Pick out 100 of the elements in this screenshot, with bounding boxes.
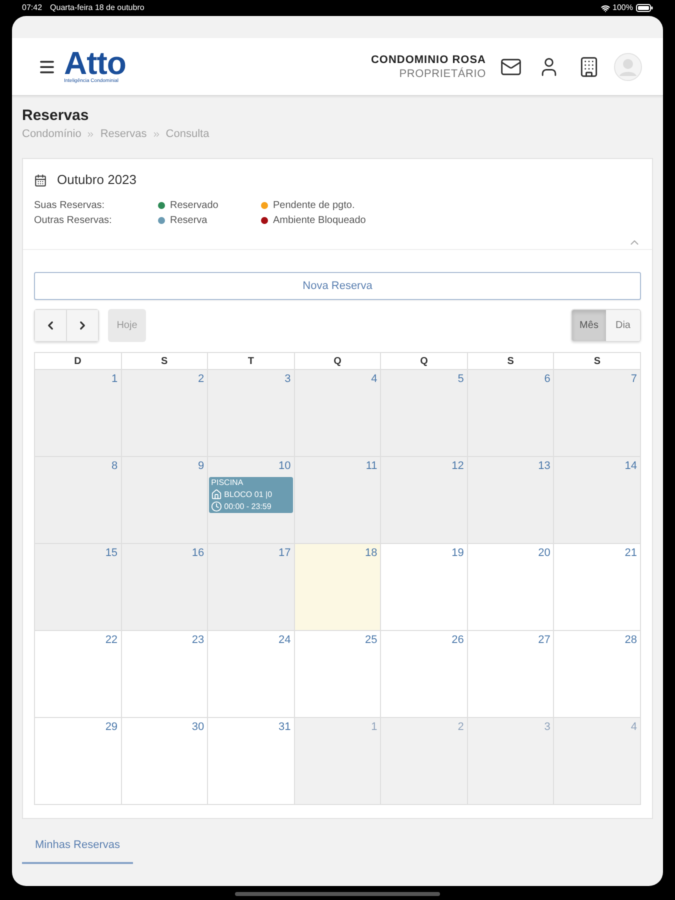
day-number: 3 xyxy=(544,721,550,734)
calendar-day-cell[interactable]: 5 xyxy=(381,370,468,457)
breadcrumb-link[interactable]: Condomínio xyxy=(22,127,82,141)
weekday-header: T xyxy=(208,353,295,370)
wifi-icon xyxy=(600,4,610,12)
day-number: 21 xyxy=(624,547,637,560)
legend-label: Reservado xyxy=(170,199,218,213)
day-number: 18 xyxy=(365,547,378,560)
calendar-day-cell[interactable]: 29 xyxy=(35,718,122,805)
logo-wordmark: Atto xyxy=(64,49,126,78)
day-number: 19 xyxy=(452,547,464,560)
calendar-day-cell[interactable]: 24 xyxy=(208,631,295,718)
calendar-day-cell[interactable]: 30 xyxy=(122,718,208,805)
view-toggle-button[interactable]: Mês xyxy=(572,310,606,341)
day-number: 24 xyxy=(278,634,291,647)
calendar-day-cell[interactable]: 22 xyxy=(35,631,122,718)
calendar-day-cell[interactable]: 31 xyxy=(208,718,295,805)
day-number: 17 xyxy=(278,547,291,560)
day-number: 2 xyxy=(198,373,204,386)
breadcrumb-link[interactable]: Reservas xyxy=(100,127,147,141)
calendar-day-cell[interactable]: 27 xyxy=(468,631,554,718)
day-number: 12 xyxy=(452,460,464,473)
day-number: 14 xyxy=(624,460,637,473)
day-number: 4 xyxy=(371,373,378,386)
day-number: 28 xyxy=(624,634,637,647)
calendar-day-cell[interactable]: 18 xyxy=(294,544,382,631)
condo-name: CONDOMINIO ROSA xyxy=(370,52,486,66)
calendar-day-cell[interactable]: 1 xyxy=(294,718,382,805)
calendar-day-cell[interactable]: 11 xyxy=(294,457,382,544)
calendar-day-cell[interactable]: 19 xyxy=(381,544,468,631)
event-place: BLOCO 01 |0 xyxy=(224,490,272,500)
day-number: 5 xyxy=(458,373,464,386)
day-number: 1 xyxy=(111,373,118,386)
reservation-event[interactable]: PISCINA BLOCO 01 |0 00:00 - 23:59 xyxy=(209,477,293,513)
page-title: Reservas xyxy=(22,107,90,125)
weekday-header: S xyxy=(554,353,641,370)
calendar-day-cell[interactable]: 25 xyxy=(294,631,382,718)
calendar-day-cell[interactable]: 26 xyxy=(381,631,468,718)
day-number: 11 xyxy=(366,460,378,473)
calendar-day-cell[interactable]: 1 xyxy=(35,370,122,457)
day-number: 7 xyxy=(630,373,637,386)
day-number: 29 xyxy=(105,721,118,734)
calendar-day-cell[interactable]: 4 xyxy=(554,718,641,805)
breadcrumb-link[interactable]: Consulta xyxy=(166,127,210,141)
status-time: 07:42 xyxy=(22,2,42,14)
weekday-header: S xyxy=(468,353,554,370)
battery-icon xyxy=(636,4,653,12)
legend-label: Ambiente Bloqueado xyxy=(273,214,366,228)
day-number: 2 xyxy=(458,721,464,734)
legend-group-label: Suas Reservas: xyxy=(34,199,106,213)
calendar-day-cell[interactable]: 23 xyxy=(122,631,208,718)
calendar-day-cell[interactable]: 12 xyxy=(381,457,468,544)
calendar-day-cell[interactable]: 9 xyxy=(122,457,208,544)
calendar-day-cell[interactable]: 3 xyxy=(468,718,554,805)
calendar-day-cell[interactable]: 7 xyxy=(554,370,641,457)
calendar-day-cell[interactable]: 15 xyxy=(35,544,122,631)
view-toggle-button[interactable]: Dia xyxy=(606,310,640,341)
event-title: PISCINA xyxy=(211,478,244,488)
status-date: Quarta-feira 18 de outubro xyxy=(50,2,144,14)
day-number: 6 xyxy=(544,373,550,386)
calendar-day-cell[interactable]: 2 xyxy=(122,370,208,457)
new-reservation-button[interactable]: Nova Reserva xyxy=(34,272,641,300)
day-number: 23 xyxy=(192,634,204,647)
calendar-day-cell[interactable]: 2 xyxy=(381,718,468,805)
calendar-day-cell[interactable]: 16 xyxy=(122,544,208,631)
calendar-day-cell[interactable]: 17 xyxy=(208,544,295,631)
calendar-day-cell[interactable]: 6 xyxy=(468,370,554,457)
day-number: 25 xyxy=(365,634,378,647)
day-number: 27 xyxy=(538,634,550,647)
calendar-day-cell[interactable]: 20 xyxy=(468,544,554,631)
calendar-icon xyxy=(34,174,47,186)
tab[interactable]: Minhas Reservas xyxy=(22,829,133,864)
weekday-header: Q xyxy=(381,353,468,370)
month-title: Outubro 2023 xyxy=(57,172,137,188)
clock-icon xyxy=(211,501,222,512)
battery-percent: 100% xyxy=(612,2,633,14)
weekday-header: D xyxy=(35,353,122,370)
building-icon[interactable] xyxy=(578,56,600,78)
calendar-day-cell[interactable]: 21 xyxy=(554,544,641,631)
chevrons-right-icon xyxy=(152,130,161,138)
calendar-day-cell[interactable]: 13 xyxy=(468,457,554,544)
calendar-day-cell[interactable]: 14 xyxy=(554,457,641,544)
legend-label: Reserva xyxy=(170,214,208,228)
calendar-day-cell[interactable]: 8 xyxy=(35,457,122,544)
calendar-day-cell[interactable]: 28 xyxy=(554,631,641,718)
day-number: 26 xyxy=(452,634,464,647)
house-icon xyxy=(211,489,222,500)
day-number: 8 xyxy=(111,460,118,473)
day-number: 4 xyxy=(630,721,637,734)
chevrons-right-icon xyxy=(86,130,96,138)
day-number: 9 xyxy=(198,460,204,473)
calendar-day-cell[interactable]: 4 xyxy=(294,370,382,457)
calendar-day-cell[interactable]: 3 xyxy=(208,370,295,457)
calendar-day-cell[interactable]: 10 PISCINA BLOCO 01 |0 00:00 - 23:59 xyxy=(208,457,295,544)
weekday-header: Q xyxy=(294,353,382,370)
legend-label: Pendente de pgto. xyxy=(273,199,355,213)
day-number: 30 xyxy=(192,721,204,734)
day-number: 20 xyxy=(538,547,550,560)
day-number: 1 xyxy=(371,721,378,734)
day-number: 16 xyxy=(192,547,204,560)
